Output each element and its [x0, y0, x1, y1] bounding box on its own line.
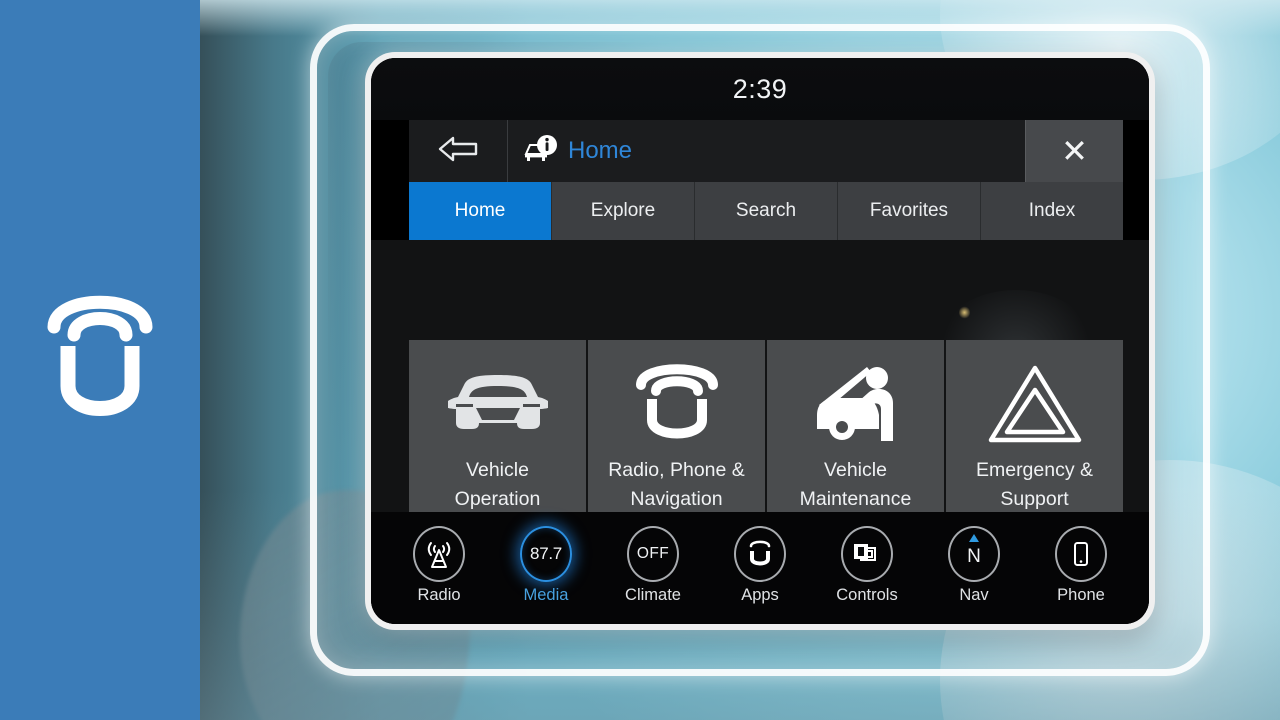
nav-north-letter: N — [967, 545, 981, 567]
controls-stack-icon — [841, 525, 893, 582]
tab-home[interactable]: Home — [409, 182, 552, 240]
screen-glare-dot-top — [959, 306, 970, 319]
dock-label: Radio — [417, 585, 461, 604]
tab-index[interactable]: Index — [981, 182, 1123, 240]
dock-item-apps[interactable]: Apps — [710, 525, 810, 605]
dock-item-media[interactable]: 87.7 Media — [496, 525, 596, 605]
dock-label: Controls — [836, 585, 898, 604]
dock-label: Nav — [959, 585, 989, 604]
dock-item-controls[interactable]: Controls — [817, 525, 917, 605]
car-front-icon — [442, 358, 554, 450]
close-button[interactable]: ✕ — [1025, 120, 1123, 182]
display-bezel: 2:39 Home ✕ Home Explore Search Favorite… — [365, 52, 1155, 630]
phone-device-icon — [1055, 525, 1107, 582]
north-arrow-icon — [969, 533, 979, 542]
page-title: Home — [568, 137, 633, 164]
dashboard-background: 2:39 Home ✕ Home Explore Search Favorite… — [200, 0, 1280, 720]
back-button[interactable] — [409, 120, 507, 182]
climate-off-icon: OFF — [627, 525, 679, 582]
media-frequency-value: 87.7 — [530, 543, 562, 563]
tile-vehicle-operation[interactable]: Vehicle Operation — [409, 340, 586, 540]
tile-label: Vehicle Operation — [454, 459, 541, 510]
infotainment-screen: 2:39 Home ✕ Home Explore Search Favorite… — [371, 58, 1149, 624]
media-frequency-icon: 87.7 — [520, 525, 572, 582]
tab-label: Home — [454, 200, 506, 221]
tab-explore[interactable]: Explore — [552, 182, 695, 240]
tile-emergency-support[interactable]: Emergency & Support — [946, 340, 1123, 540]
dock-label: Apps — [741, 585, 779, 604]
back-arrow-icon — [436, 134, 480, 169]
tile-grid: Vehicle Operation Radio, Phone & Navigat… — [409, 340, 1123, 540]
tab-label: Search — [735, 200, 797, 221]
tile-radio-phone-navigation[interactable]: Radio, Phone & Navigation — [588, 340, 765, 540]
close-x-icon: ✕ — [1061, 133, 1088, 169]
uconnect-u-icon — [634, 358, 720, 450]
brand-rail — [0, 0, 200, 720]
title-bar: Home ✕ — [409, 120, 1123, 182]
dock-label: Phone — [1057, 585, 1105, 604]
uconnect-logo — [40, 280, 160, 440]
dock-label: Media — [523, 585, 569, 604]
radio-tower-icon — [413, 525, 465, 582]
warning-triangle-icon — [987, 358, 1083, 450]
content-area: Vehicle Operation Radio, Phone & Navigat… — [371, 240, 1149, 624]
tab-favorites[interactable]: Favorites — [838, 182, 981, 240]
tab-bar: Home Explore Search Favorites Index — [409, 182, 1123, 240]
dock-item-phone[interactable]: Phone — [1031, 525, 1131, 605]
vehicle-info-icon — [522, 132, 564, 171]
tile-label: Emergency & Support — [975, 459, 1094, 510]
tile-label: Radio, Phone & Navigation — [608, 459, 745, 510]
title-area: Home — [507, 120, 1025, 182]
tab-search[interactable]: Search — [695, 182, 838, 240]
status-bar: 2:39 — [371, 58, 1149, 120]
screenshot-root: 2:39 Home ✕ Home Explore Search Favorite… — [0, 0, 1280, 720]
clock: 2:39 — [732, 73, 788, 104]
car-hood-person-icon — [801, 358, 911, 450]
tab-label: Favorites — [869, 200, 949, 221]
uconnect-apps-icon — [734, 525, 786, 582]
bottom-dock: Radio 87.7 Media OFF Climate Apps Contro… — [371, 512, 1149, 624]
tile-label: Vehicle Maintenance — [799, 459, 912, 510]
dock-item-climate[interactable]: OFF Climate — [603, 525, 703, 605]
tile-vehicle-maintenance[interactable]: Vehicle Maintenance — [767, 340, 944, 540]
compass-north-icon: N — [948, 525, 1000, 582]
dock-item-radio[interactable]: Radio — [389, 525, 489, 605]
tab-label: Explore — [590, 200, 656, 221]
dock-label: Climate — [625, 585, 681, 604]
climate-state-value: OFF — [636, 544, 670, 562]
dock-item-nav[interactable]: N Nav — [924, 525, 1024, 605]
tab-label: Index — [1028, 200, 1076, 221]
